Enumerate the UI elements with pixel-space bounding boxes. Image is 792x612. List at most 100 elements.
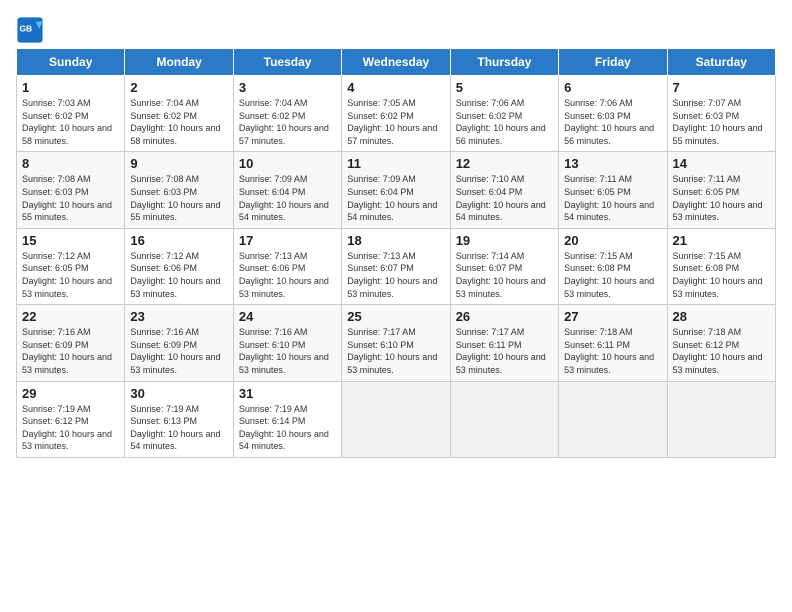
day-info: Sunrise: 7:08 AM Sunset: 6:03 PM Dayligh… xyxy=(130,173,227,223)
day-info: Sunrise: 7:09 AM Sunset: 6:04 PM Dayligh… xyxy=(347,173,444,223)
calendar-week-3: 15 Sunrise: 7:12 AM Sunset: 6:05 PM Dayl… xyxy=(17,228,776,304)
calendar-day-24: 24 Sunrise: 7:16 AM Sunset: 6:10 PM Dayl… xyxy=(233,305,341,381)
day-number: 31 xyxy=(239,386,336,401)
day-info: Sunrise: 7:09 AM Sunset: 6:04 PM Dayligh… xyxy=(239,173,336,223)
calendar-header-wednesday: Wednesday xyxy=(342,49,450,76)
calendar-day-empty xyxy=(667,381,775,457)
day-number: 12 xyxy=(456,156,553,171)
day-number: 2 xyxy=(130,80,227,95)
day-info: Sunrise: 7:05 AM Sunset: 6:02 PM Dayligh… xyxy=(347,97,444,147)
calendar-day-29: 29 Sunrise: 7:19 AM Sunset: 6:12 PM Dayl… xyxy=(17,381,125,457)
calendar-day-31: 31 Sunrise: 7:19 AM Sunset: 6:14 PM Dayl… xyxy=(233,381,341,457)
day-number: 1 xyxy=(22,80,119,95)
calendar-day-23: 23 Sunrise: 7:16 AM Sunset: 6:09 PM Dayl… xyxy=(125,305,233,381)
day-number: 18 xyxy=(347,233,444,248)
day-number: 30 xyxy=(130,386,227,401)
calendar-day-16: 16 Sunrise: 7:12 AM Sunset: 6:06 PM Dayl… xyxy=(125,228,233,304)
day-info: Sunrise: 7:12 AM Sunset: 6:05 PM Dayligh… xyxy=(22,250,119,300)
day-info: Sunrise: 7:17 AM Sunset: 6:11 PM Dayligh… xyxy=(456,326,553,376)
day-info: Sunrise: 7:16 AM Sunset: 6:09 PM Dayligh… xyxy=(130,326,227,376)
day-info: Sunrise: 7:07 AM Sunset: 6:03 PM Dayligh… xyxy=(673,97,770,147)
calendar-day-26: 26 Sunrise: 7:17 AM Sunset: 6:11 PM Dayl… xyxy=(450,305,558,381)
day-info: Sunrise: 7:16 AM Sunset: 6:10 PM Dayligh… xyxy=(239,326,336,376)
calendar-day-4: 4 Sunrise: 7:05 AM Sunset: 6:02 PM Dayli… xyxy=(342,76,450,152)
day-number: 11 xyxy=(347,156,444,171)
calendar-day-1: 1 Sunrise: 7:03 AM Sunset: 6:02 PM Dayli… xyxy=(17,76,125,152)
day-number: 13 xyxy=(564,156,661,171)
calendar-header-friday: Friday xyxy=(559,49,667,76)
day-number: 22 xyxy=(22,309,119,324)
day-number: 5 xyxy=(456,80,553,95)
calendar-week-5: 29 Sunrise: 7:19 AM Sunset: 6:12 PM Dayl… xyxy=(17,381,776,457)
calendar-header-saturday: Saturday xyxy=(667,49,775,76)
day-info: Sunrise: 7:03 AM Sunset: 6:02 PM Dayligh… xyxy=(22,97,119,147)
day-info: Sunrise: 7:13 AM Sunset: 6:06 PM Dayligh… xyxy=(239,250,336,300)
calendar-day-3: 3 Sunrise: 7:04 AM Sunset: 6:02 PM Dayli… xyxy=(233,76,341,152)
calendar-day-27: 27 Sunrise: 7:18 AM Sunset: 6:11 PM Dayl… xyxy=(559,305,667,381)
day-number: 14 xyxy=(673,156,770,171)
calendar-day-7: 7 Sunrise: 7:07 AM Sunset: 6:03 PM Dayli… xyxy=(667,76,775,152)
logo-icon: GB xyxy=(16,16,44,44)
day-number: 25 xyxy=(347,309,444,324)
day-number: 20 xyxy=(564,233,661,248)
calendar-day-12: 12 Sunrise: 7:10 AM Sunset: 6:04 PM Dayl… xyxy=(450,152,558,228)
day-number: 6 xyxy=(564,80,661,95)
calendar-day-6: 6 Sunrise: 7:06 AM Sunset: 6:03 PM Dayli… xyxy=(559,76,667,152)
day-info: Sunrise: 7:06 AM Sunset: 6:02 PM Dayligh… xyxy=(456,97,553,147)
logo: GB xyxy=(16,16,48,44)
calendar-day-empty xyxy=(450,381,558,457)
calendar-day-5: 5 Sunrise: 7:06 AM Sunset: 6:02 PM Dayli… xyxy=(450,76,558,152)
day-info: Sunrise: 7:16 AM Sunset: 6:09 PM Dayligh… xyxy=(22,326,119,376)
calendar-day-2: 2 Sunrise: 7:04 AM Sunset: 6:02 PM Dayli… xyxy=(125,76,233,152)
day-number: 21 xyxy=(673,233,770,248)
day-number: 19 xyxy=(456,233,553,248)
calendar-day-10: 10 Sunrise: 7:09 AM Sunset: 6:04 PM Dayl… xyxy=(233,152,341,228)
day-number: 29 xyxy=(22,386,119,401)
calendar-day-19: 19 Sunrise: 7:14 AM Sunset: 6:07 PM Dayl… xyxy=(450,228,558,304)
calendar-day-8: 8 Sunrise: 7:08 AM Sunset: 6:03 PM Dayli… xyxy=(17,152,125,228)
day-number: 23 xyxy=(130,309,227,324)
calendar-day-11: 11 Sunrise: 7:09 AM Sunset: 6:04 PM Dayl… xyxy=(342,152,450,228)
day-info: Sunrise: 7:11 AM Sunset: 6:05 PM Dayligh… xyxy=(564,173,661,223)
calendar-day-15: 15 Sunrise: 7:12 AM Sunset: 6:05 PM Dayl… xyxy=(17,228,125,304)
day-info: Sunrise: 7:19 AM Sunset: 6:13 PM Dayligh… xyxy=(130,403,227,453)
day-info: Sunrise: 7:13 AM Sunset: 6:07 PM Dayligh… xyxy=(347,250,444,300)
calendar-header-tuesday: Tuesday xyxy=(233,49,341,76)
day-info: Sunrise: 7:14 AM Sunset: 6:07 PM Dayligh… xyxy=(456,250,553,300)
calendar-header-row: SundayMondayTuesdayWednesdayThursdayFrid… xyxy=(17,49,776,76)
day-number: 4 xyxy=(347,80,444,95)
calendar-table: SundayMondayTuesdayWednesdayThursdayFrid… xyxy=(16,48,776,458)
day-info: Sunrise: 7:08 AM Sunset: 6:03 PM Dayligh… xyxy=(22,173,119,223)
day-number: 7 xyxy=(673,80,770,95)
day-info: Sunrise: 7:15 AM Sunset: 6:08 PM Dayligh… xyxy=(564,250,661,300)
calendar-day-20: 20 Sunrise: 7:15 AM Sunset: 6:08 PM Dayl… xyxy=(559,228,667,304)
day-number: 16 xyxy=(130,233,227,248)
day-info: Sunrise: 7:19 AM Sunset: 6:12 PM Dayligh… xyxy=(22,403,119,453)
calendar-header-monday: Monday xyxy=(125,49,233,76)
day-number: 8 xyxy=(22,156,119,171)
day-info: Sunrise: 7:12 AM Sunset: 6:06 PM Dayligh… xyxy=(130,250,227,300)
calendar-day-13: 13 Sunrise: 7:11 AM Sunset: 6:05 PM Dayl… xyxy=(559,152,667,228)
day-number: 24 xyxy=(239,309,336,324)
calendar-header-sunday: Sunday xyxy=(17,49,125,76)
day-number: 15 xyxy=(22,233,119,248)
day-info: Sunrise: 7:18 AM Sunset: 6:12 PM Dayligh… xyxy=(673,326,770,376)
calendar-day-28: 28 Sunrise: 7:18 AM Sunset: 6:12 PM Dayl… xyxy=(667,305,775,381)
calendar-day-21: 21 Sunrise: 7:15 AM Sunset: 6:08 PM Dayl… xyxy=(667,228,775,304)
day-info: Sunrise: 7:15 AM Sunset: 6:08 PM Dayligh… xyxy=(673,250,770,300)
day-number: 9 xyxy=(130,156,227,171)
day-info: Sunrise: 7:04 AM Sunset: 6:02 PM Dayligh… xyxy=(239,97,336,147)
calendar-day-22: 22 Sunrise: 7:16 AM Sunset: 6:09 PM Dayl… xyxy=(17,305,125,381)
day-number: 27 xyxy=(564,309,661,324)
calendar-header-thursday: Thursday xyxy=(450,49,558,76)
svg-text:GB: GB xyxy=(20,23,33,33)
day-number: 28 xyxy=(673,309,770,324)
calendar-week-1: 1 Sunrise: 7:03 AM Sunset: 6:02 PM Dayli… xyxy=(17,76,776,152)
day-info: Sunrise: 7:11 AM Sunset: 6:05 PM Dayligh… xyxy=(673,173,770,223)
day-info: Sunrise: 7:18 AM Sunset: 6:11 PM Dayligh… xyxy=(564,326,661,376)
day-number: 10 xyxy=(239,156,336,171)
day-info: Sunrise: 7:04 AM Sunset: 6:02 PM Dayligh… xyxy=(130,97,227,147)
day-info: Sunrise: 7:06 AM Sunset: 6:03 PM Dayligh… xyxy=(564,97,661,147)
calendar-day-empty xyxy=(342,381,450,457)
day-info: Sunrise: 7:19 AM Sunset: 6:14 PM Dayligh… xyxy=(239,403,336,453)
